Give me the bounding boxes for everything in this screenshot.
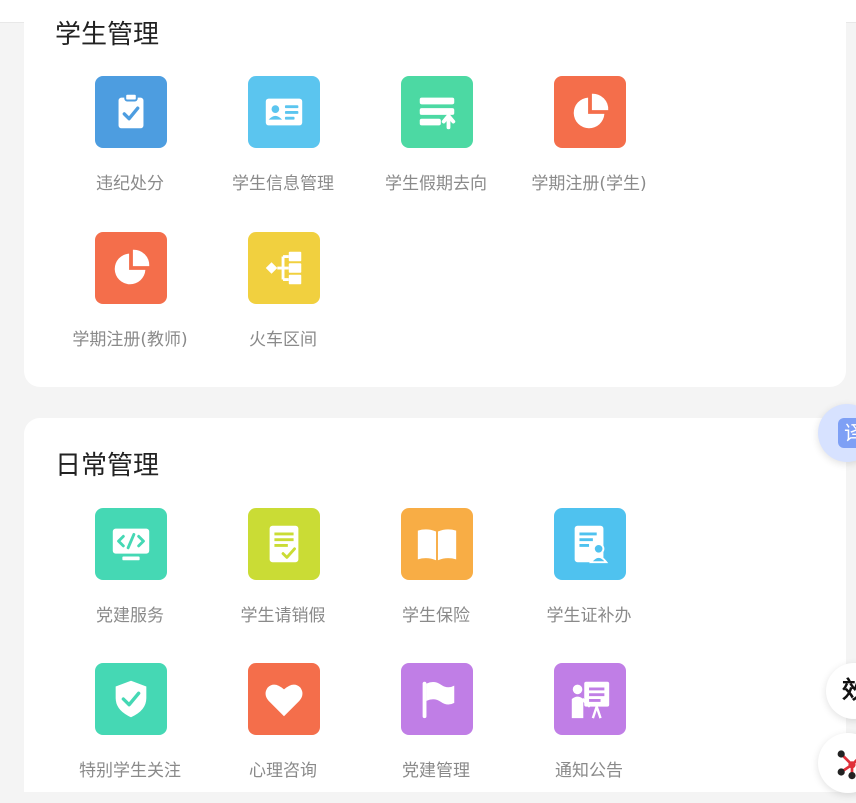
pie-chart-icon	[554, 76, 626, 148]
app-item-label: 违纪处分	[96, 174, 164, 194]
app-item-party-management[interactable]: 党建管理	[361, 663, 511, 803]
app-item-label: 学生信息管理	[232, 174, 334, 194]
app-item-counseling[interactable]: 心理咨询	[208, 663, 358, 803]
app-item-leave-request[interactable]: 学生请销假	[208, 508, 358, 648]
flag-icon	[401, 663, 473, 735]
presentation-icon	[554, 663, 626, 735]
flow-diagram-icon	[248, 232, 320, 304]
app-item-label: 学生证补办	[546, 606, 632, 626]
app-item-label: 学生假期去向	[385, 174, 487, 194]
app-item-holiday-destination[interactable]: 学生假期去向	[361, 76, 511, 216]
clipboard-check-icon	[95, 76, 167, 148]
app-item-party-service[interactable]: 党建服务	[55, 508, 205, 648]
code-monitor-icon	[95, 508, 167, 580]
profile-doc-icon	[554, 508, 626, 580]
app-item-student-info[interactable]: 学生信息管理	[208, 76, 358, 216]
app-item-label: 学生请销假	[240, 606, 326, 626]
list-upload-icon	[401, 76, 473, 148]
app-item-label: 学期注册(教师)	[72, 330, 188, 350]
network-icon	[837, 750, 856, 780]
app-item-discipline[interactable]: 违纪处分	[55, 76, 205, 216]
section-card-daily-management: 日常管理 党建服务 学生请销假 学生保险 学生证补办 特别学生关注 心理咨询 党…	[24, 418, 846, 792]
shield-check-icon	[95, 663, 167, 735]
efficiency-icon: 效	[842, 676, 856, 704]
section-title: 学生管理	[55, 20, 160, 50]
document-check-icon	[248, 508, 320, 580]
app-item-special-attention[interactable]: 特别学生关注	[55, 663, 205, 803]
app-item-label: 党建服务	[96, 606, 164, 626]
app-item-registration-student[interactable]: 学期注册(学生)	[514, 76, 664, 216]
open-book-icon	[401, 508, 473, 580]
app-item-registration-teacher[interactable]: 学期注册(教师)	[55, 232, 205, 372]
app-item-insurance[interactable]: 学生保险	[361, 508, 511, 648]
app-item-label: 党建管理	[402, 761, 470, 781]
id-card-icon	[248, 76, 320, 148]
app-item-label: 火车区间	[249, 330, 317, 350]
app-item-label: 心理咨询	[249, 761, 317, 781]
app-item-label: 通知公告	[555, 761, 623, 781]
section-title: 日常管理	[55, 451, 160, 481]
app-item-notice[interactable]: 通知公告	[514, 663, 664, 803]
translate-icon: 译	[838, 418, 856, 448]
pie-chart-icon	[95, 232, 167, 304]
app-item-label: 学期注册(学生)	[531, 174, 647, 194]
section-card-student-management: 学生管理 违纪处分 学生信息管理 学生假期去向 学期注册(学生) 学期注册(教师…	[24, 0, 846, 387]
heart-icon	[248, 663, 320, 735]
app-item-label: 学生保险	[402, 606, 470, 626]
app-item-student-card-reissue[interactable]: 学生证补办	[514, 508, 664, 648]
app-item-label: 特别学生关注	[79, 761, 181, 781]
app-item-train-interval[interactable]: 火车区间	[208, 232, 358, 372]
